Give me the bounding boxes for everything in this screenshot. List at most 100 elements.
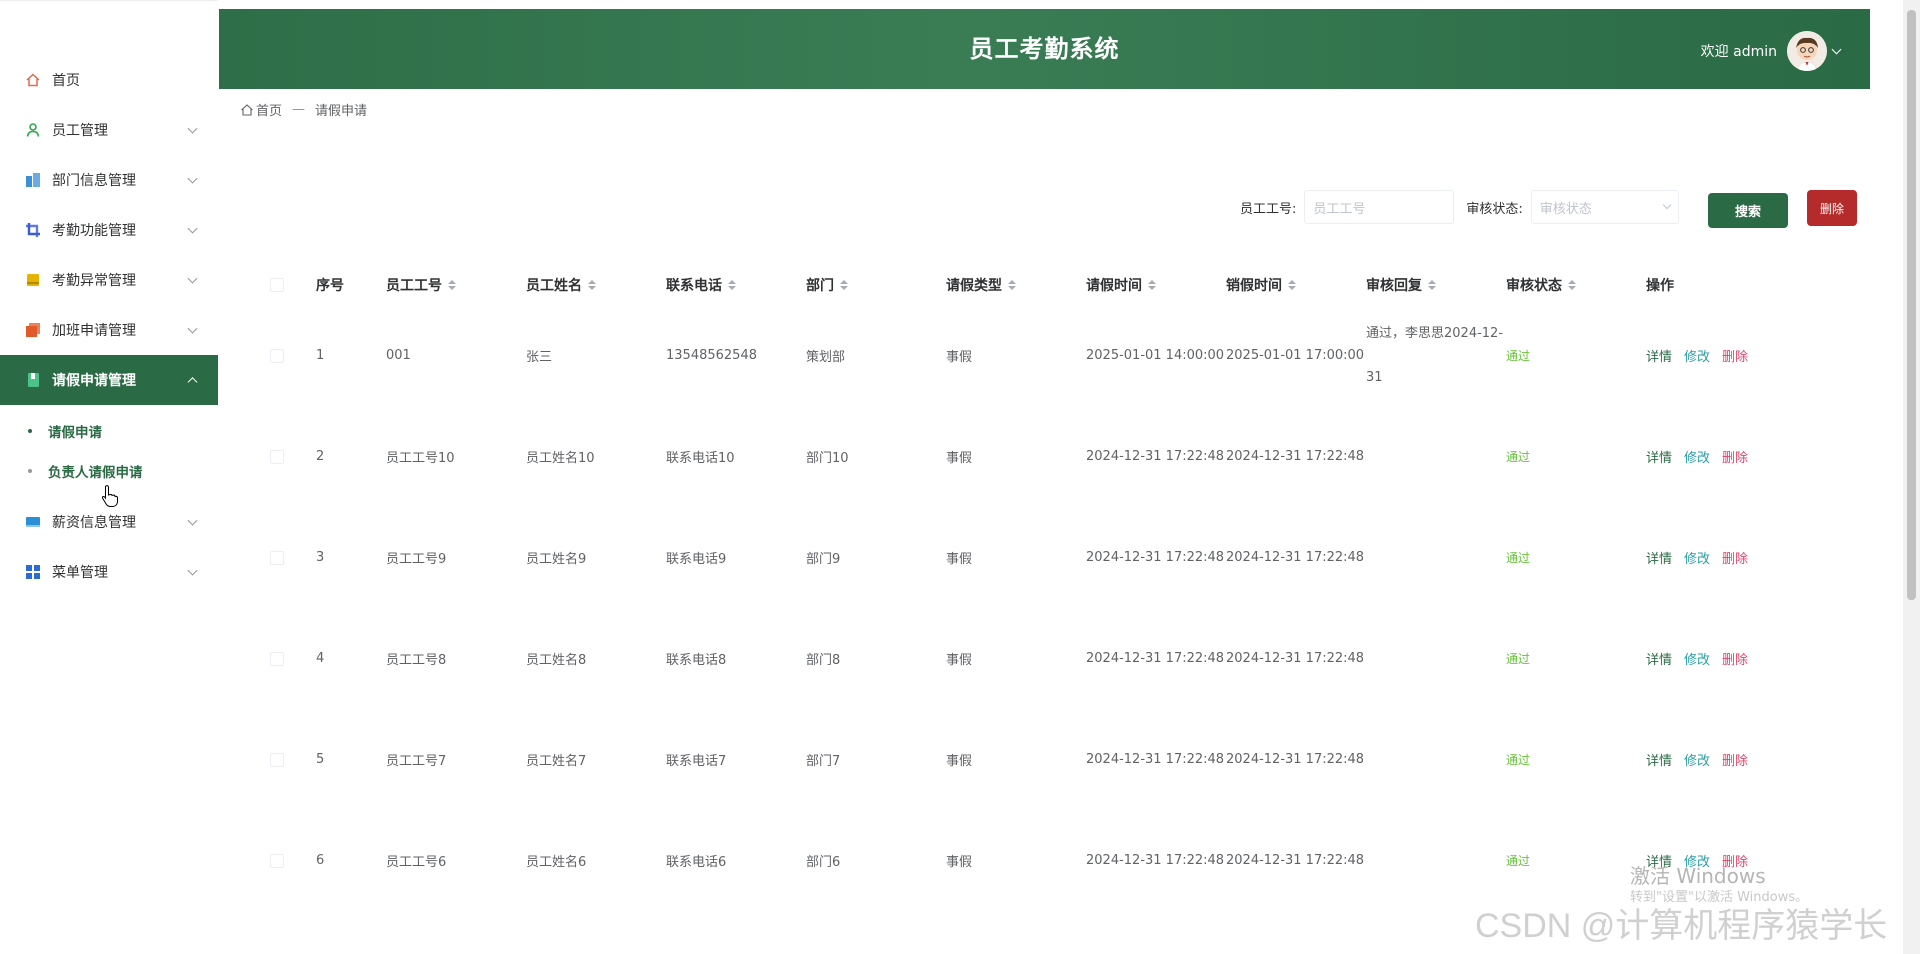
delete-link[interactable]: 删除 — [1722, 346, 1748, 365]
cell-leave-time: 2024-12-31 17:22:48 — [1086, 852, 1225, 868]
row-checkbox-cell — [258, 651, 316, 666]
bullet-dot — [28, 429, 32, 433]
cell-leave-time: 2024-12-31 17:22:48 — [1086, 448, 1225, 464]
sidebar-item-5[interactable]: 加班申请管理 — [0, 305, 218, 355]
cell-dept: 策划部 — [806, 350, 846, 365]
delete-link[interactable]: 删除 — [1722, 649, 1748, 668]
cell-actions: 详情 修改 删除 — [1646, 346, 1796, 365]
sort-icon[interactable] — [840, 280, 848, 290]
column-header[interactable]: 销假时间 — [1226, 275, 1366, 295]
edit-link[interactable]: 修改 — [1684, 649, 1710, 668]
sort-icon[interactable] — [1148, 280, 1156, 290]
sort-icon[interactable] — [588, 280, 596, 290]
sidebar-item-label: 菜单管理 — [52, 565, 108, 581]
cell-emp-no: 员工工号10 — [386, 451, 455, 466]
column-header[interactable]: 员工姓名 — [526, 275, 666, 295]
edit-link[interactable]: 修改 — [1684, 346, 1710, 365]
edit-link[interactable]: 修改 — [1684, 548, 1710, 567]
column-header-label: 员工姓名 — [526, 278, 582, 294]
status-badge: 通过 — [1506, 450, 1531, 464]
edit-link[interactable]: 修改 — [1684, 447, 1710, 466]
detail-link[interactable]: 详情 — [1646, 447, 1672, 466]
sort-icon[interactable] — [1568, 280, 1576, 290]
column-header[interactable]: 部门 — [806, 275, 946, 295]
cell-reply: 通过，李思思2024-12-31 — [1366, 325, 1504, 385]
sidebar-item-3[interactable]: 考勤功能管理 — [0, 205, 218, 255]
edit-link[interactable]: 修改 — [1684, 750, 1710, 769]
delete-link[interactable]: 删除 — [1722, 750, 1748, 769]
cell-phone: 联系电话8 — [666, 653, 727, 668]
sidebar-menu: 首页员工管理部门信息管理考勤功能管理 考勤异常管理加班申请管理请假申请管理请假申请… — [0, 55, 218, 597]
welcome-text: 欢迎 admin — [1700, 44, 1777, 60]
column-header-label: 审核回复 — [1366, 278, 1422, 294]
sidebar-item-2[interactable]: 部门信息管理 — [0, 155, 218, 205]
sidebar-item-1[interactable]: 员工管理 — [0, 105, 218, 155]
sidebar-item-0[interactable]: 首页 — [0, 55, 218, 105]
cell-type: 事假 — [946, 552, 973, 567]
status-select[interactable]: 审核状态 — [1530, 190, 1679, 224]
row-checkbox[interactable] — [270, 752, 284, 767]
row-checkbox[interactable] — [270, 348, 284, 363]
cell-type: 事假 — [946, 451, 973, 466]
column-header-label: 联系电话 — [666, 278, 722, 294]
wallet-icon — [24, 513, 42, 531]
column-header[interactable]: 员工工号 — [386, 275, 526, 295]
user-icon — [24, 121, 42, 139]
sidebar-item-label: 部门信息管理 — [52, 173, 136, 189]
detail-link[interactable]: 详情 — [1646, 649, 1672, 668]
delete-link[interactable]: 删除 — [1722, 447, 1748, 466]
cell-name: 员工姓名8 — [526, 653, 587, 668]
sidebar-item-label: 加班申请管理 — [52, 323, 136, 339]
row-checkbox[interactable] — [270, 853, 284, 868]
search-button[interactable]: 搜索 — [1708, 193, 1788, 228]
column-header-label: 请假类型 — [946, 278, 1002, 294]
windows-activation-title: 激活 Windows — [1630, 864, 1766, 888]
emp-no-input[interactable]: 员工工号 — [1304, 190, 1455, 224]
detail-link[interactable]: 详情 — [1646, 346, 1672, 365]
sort-icon[interactable] — [448, 280, 456, 290]
sidebar-item-8[interactable]: 菜单管理 — [0, 547, 218, 597]
status-badge: 通过 — [1506, 753, 1531, 767]
column-header[interactable]: 审核回复 — [1366, 275, 1506, 295]
sidebar-item-4[interactable]: 考勤异常管理 — [0, 255, 218, 305]
chevron-down-icon — [187, 123, 198, 134]
status-badge: 通过 — [1506, 349, 1531, 363]
sort-icon[interactable] — [728, 280, 736, 290]
page-scrollbar[interactable] — [1903, 0, 1920, 954]
cell-dept: 部门7 — [806, 754, 841, 769]
cell-phone: 联系电话7 — [666, 754, 727, 769]
submenu-item-label: 负责人请假申请 — [48, 465, 143, 481]
chevron-down-icon — [1662, 200, 1672, 210]
cell-no: 4 — [316, 651, 325, 666]
row-checkbox[interactable] — [270, 651, 284, 666]
batch-delete-button[interactable]: 删除 — [1807, 190, 1857, 226]
detail-link[interactable]: 详情 — [1646, 548, 1672, 567]
submenu-item[interactable]: 请假申请 — [0, 411, 218, 451]
chevron-down-icon[interactable] — [1831, 44, 1842, 54]
row-checkbox[interactable] — [270, 550, 284, 565]
cell-dept: 部门8 — [806, 653, 841, 668]
select-all-checkbox[interactable] — [270, 278, 284, 292]
table-row: 5 员工工号7 员工姓名7 联系电话7 部门7 事假 2024-12-31 17:22:48… — [258, 709, 1838, 810]
breadcrumb-home[interactable]: 首页 — [256, 100, 282, 119]
chevron-down-icon — [187, 173, 198, 184]
column-header[interactable]: 审核状态 — [1506, 275, 1646, 295]
cell-status-wrap: 通过 — [1506, 347, 1646, 364]
column-header[interactable]: 请假时间 — [1086, 275, 1226, 295]
scrollbar-thumb[interactable] — [1907, 10, 1916, 600]
column-header-label: 员工工号 — [386, 278, 442, 294]
column-header[interactable]: 请假类型 — [946, 275, 1086, 295]
user-menu[interactable]: 欢迎 admin — [1700, 31, 1842, 71]
sort-icon[interactable] — [1008, 280, 1016, 290]
avatar[interactable] — [1787, 31, 1827, 71]
row-checkbox[interactable] — [270, 449, 284, 464]
sidebar-item-label: 首页 — [52, 73, 80, 89]
sort-icon[interactable] — [1288, 280, 1296, 290]
column-header[interactable]: 联系电话 — [666, 275, 806, 295]
detail-link[interactable]: 详情 — [1646, 750, 1672, 769]
sidebar-item-6[interactable]: 请假申请管理 — [0, 355, 218, 405]
delete-link[interactable]: 删除 — [1722, 548, 1748, 567]
cell-leave-time: 2024-12-31 17:22:48 — [1086, 751, 1225, 767]
sort-icon[interactable] — [1428, 280, 1436, 290]
cell-emp-no: 员工工号7 — [386, 754, 447, 769]
